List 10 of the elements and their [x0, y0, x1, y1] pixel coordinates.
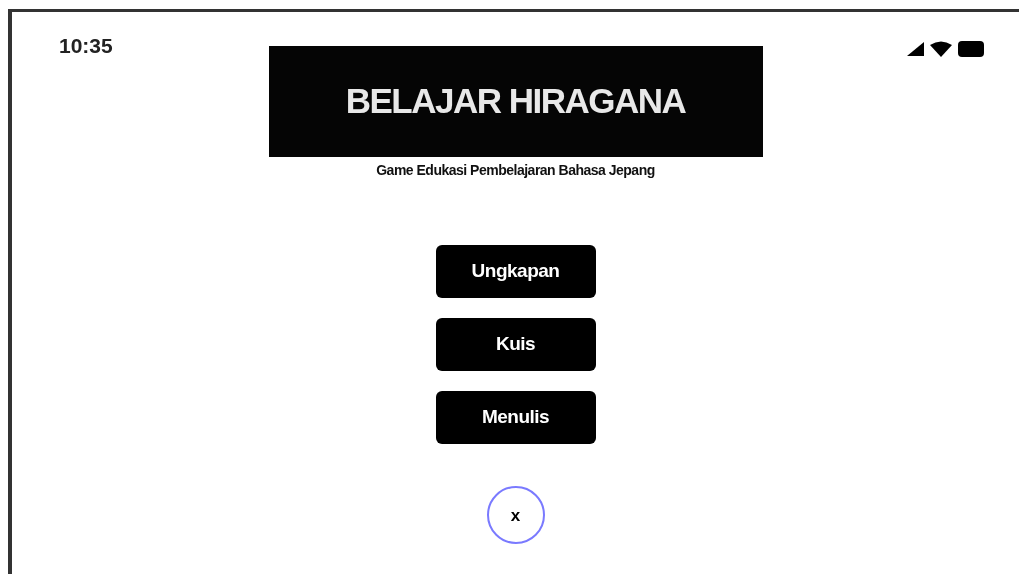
app-title: BELAJAR HIRAGANA — [345, 80, 686, 123]
menu-button[interactable]: Kuis — [435, 318, 596, 371]
close-button[interactable]: x — [486, 486, 545, 544]
status-time: 10:35 — [59, 35, 113, 56]
wifi-icon — [930, 41, 952, 57]
app-subtitle: Game Edukasi Pembelajaran Bahasa Jepang — [376, 161, 655, 180]
battery-icon — [958, 41, 984, 57]
menu-button[interactable]: Ungkapan — [435, 245, 596, 298]
signal-icon — [907, 42, 924, 56]
menu-button[interactable]: Menulis — [435, 391, 596, 444]
